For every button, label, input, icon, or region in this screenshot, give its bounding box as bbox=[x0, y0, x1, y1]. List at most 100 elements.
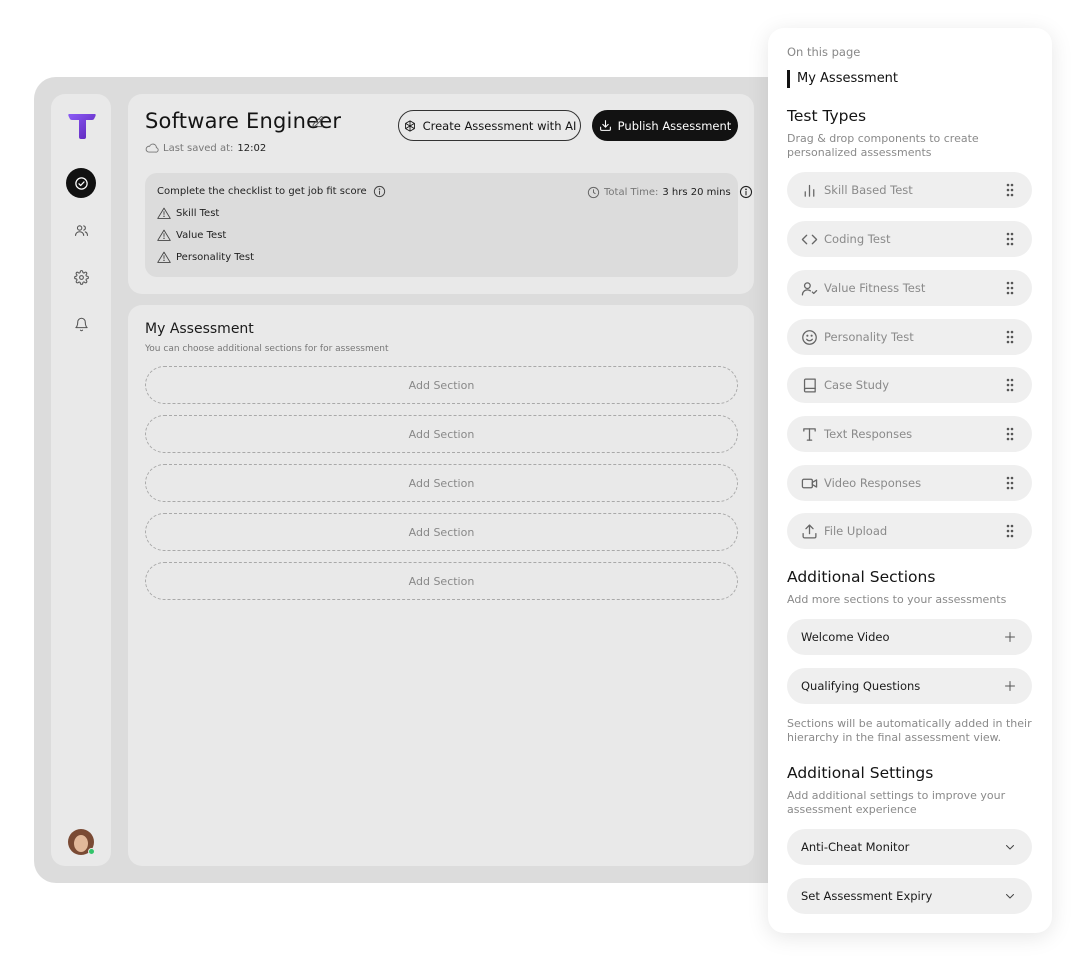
add-section-dropzone[interactable]: Add Section bbox=[145, 366, 738, 404]
test-type-label: Text Responses bbox=[824, 427, 913, 441]
create-with-ai-label: Create Assessment with AI bbox=[422, 118, 577, 133]
additional-sections-heading: Additional Sections bbox=[787, 568, 936, 586]
text-icon bbox=[803, 427, 816, 441]
plus-icon[interactable] bbox=[1004, 680, 1016, 692]
drag-handle-icon[interactable] bbox=[1006, 378, 1014, 392]
test-type-coding[interactable]: Coding Test bbox=[787, 221, 1032, 257]
users-icon bbox=[74, 224, 88, 236]
test-type-label: File Upload bbox=[824, 524, 888, 538]
warning-icon bbox=[157, 229, 171, 241]
add-section-label: Add Section bbox=[408, 476, 475, 490]
setting-label: Anti-Cheat Monitor bbox=[801, 840, 910, 854]
test-type-case-study[interactable]: Case Study bbox=[787, 367, 1032, 403]
add-section-label: Add Section bbox=[408, 378, 475, 392]
on-this-page-label: On this page bbox=[787, 45, 861, 59]
my-assessment-subtitle: You can choose additional sections for f… bbox=[145, 344, 389, 354]
info-icon[interactable] bbox=[739, 185, 753, 199]
online-status-dot bbox=[88, 848, 95, 855]
add-section-dropzone[interactable]: Add Section bbox=[145, 464, 738, 502]
book-icon bbox=[803, 377, 816, 393]
additional-section-welcome-video[interactable]: Welcome Video bbox=[787, 619, 1032, 655]
chevron-down-icon[interactable] bbox=[1004, 841, 1016, 853]
additional-sections-description: Add more sections to your assessments bbox=[787, 593, 1007, 606]
drag-handle-icon[interactable] bbox=[1006, 183, 1014, 197]
download-icon bbox=[599, 120, 611, 131]
sections-hierarchy-note: Sections will be automatically added in … bbox=[787, 717, 1032, 744]
additional-settings-description: Add additional settings to improve your … bbox=[787, 789, 1006, 816]
checklist-item: Skill Test bbox=[157, 207, 219, 219]
toc-link-my-assessment[interactable]: My Assessment bbox=[787, 70, 898, 88]
warning-icon bbox=[157, 251, 171, 263]
warning-icon bbox=[157, 207, 171, 219]
test-type-skill-based[interactable]: Skill Based Test bbox=[787, 172, 1032, 208]
clock-icon bbox=[587, 186, 600, 198]
test-types-description: Drag & drop components to create persona… bbox=[787, 132, 979, 159]
test-type-file-upload[interactable]: File Upload bbox=[787, 513, 1032, 549]
drag-handle-icon[interactable] bbox=[1006, 330, 1014, 344]
setting-assessment-expiry[interactable]: Set Assessment Expiry bbox=[787, 878, 1032, 914]
test-type-label: Video Responses bbox=[824, 476, 922, 490]
drag-handle-icon[interactable] bbox=[1006, 476, 1014, 490]
drag-handle-icon[interactable] bbox=[1006, 524, 1014, 538]
sidebar-item-candidates[interactable] bbox=[66, 215, 96, 245]
sidebar-item-settings[interactable] bbox=[66, 262, 96, 292]
user-check-icon bbox=[801, 281, 818, 296]
test-type-value-fitness[interactable]: Value Fitness Test bbox=[787, 270, 1032, 306]
test-type-personality[interactable]: Personality Test bbox=[787, 319, 1032, 355]
test-types-heading: Test Types bbox=[787, 107, 867, 125]
brand-logo-icon[interactable] bbox=[67, 111, 97, 141]
checklist-item-label: Skill Test bbox=[176, 207, 220, 219]
upload-icon bbox=[802, 523, 817, 539]
code-icon bbox=[801, 234, 818, 244]
drag-handle-icon[interactable] bbox=[1006, 281, 1014, 295]
pencil-edit-icon[interactable] bbox=[311, 115, 325, 129]
settings-gear-icon bbox=[73, 269, 89, 285]
checklist-heading: Complete the checklist to get job fit sc… bbox=[157, 185, 386, 198]
checklist-item-label: Personality Test bbox=[176, 251, 254, 263]
add-section-label: Add Section bbox=[408, 427, 475, 441]
additional-section-qualifying-questions[interactable]: Qualifying Questions bbox=[787, 668, 1032, 704]
info-icon[interactable] bbox=[373, 185, 386, 198]
test-type-label: Case Study bbox=[824, 378, 890, 392]
add-section-label: Add Section bbox=[408, 525, 475, 539]
add-section-dropzone[interactable]: Add Section bbox=[145, 415, 738, 453]
total-time-value: 3 hrs 20 mins bbox=[662, 186, 731, 198]
setting-anti-cheat-monitor[interactable]: Anti-Cheat Monitor bbox=[787, 829, 1032, 865]
add-section-dropzone[interactable]: Add Section bbox=[145, 562, 738, 600]
sidebar-item-notifications[interactable] bbox=[66, 309, 96, 339]
checklist-item-label: Value Test bbox=[176, 229, 227, 241]
additional-settings-heading: Additional Settings bbox=[787, 764, 934, 782]
my-assessment-title: My Assessment bbox=[145, 321, 254, 337]
bar-chart-icon bbox=[804, 184, 815, 197]
create-with-ai-button[interactable]: Create Assessment with AI bbox=[398, 110, 581, 141]
drag-handle-icon[interactable] bbox=[1006, 232, 1014, 246]
user-avatar[interactable] bbox=[68, 829, 95, 855]
checklist-item: Value Test bbox=[157, 229, 226, 241]
chevron-down-icon[interactable] bbox=[1004, 890, 1016, 902]
smile-icon bbox=[802, 329, 817, 345]
test-type-label: Personality Test bbox=[824, 330, 914, 344]
test-type-video-responses[interactable]: Video Responses bbox=[787, 465, 1032, 501]
add-section-label: Add Section bbox=[408, 574, 475, 588]
checklist-item: Personality Test bbox=[157, 251, 254, 263]
checklist-heading-text: Complete the checklist to get job fit sc… bbox=[157, 186, 367, 197]
test-type-text-responses[interactable]: Text Responses bbox=[787, 416, 1032, 452]
additional-section-label: Qualifying Questions bbox=[801, 679, 921, 693]
total-time: Total Time: 3 hrs 20 mins bbox=[587, 185, 753, 199]
publish-assessment-button[interactable]: Publish Assessment bbox=[592, 110, 738, 141]
add-section-dropzone[interactable]: Add Section bbox=[145, 513, 738, 551]
avatar-face bbox=[74, 835, 88, 852]
last-saved-status: Last saved at: 12:02 bbox=[145, 142, 266, 154]
drag-handle-icon[interactable] bbox=[1006, 427, 1014, 441]
setting-label: Set Assessment Expiry bbox=[801, 889, 933, 903]
check-circle-icon bbox=[74, 176, 88, 190]
sidebar-item-assessments[interactable] bbox=[66, 168, 96, 198]
publish-assessment-label: Publish Assessment bbox=[617, 118, 732, 133]
test-type-label: Value Fitness Test bbox=[824, 281, 926, 295]
bell-icon bbox=[74, 317, 88, 331]
last-saved-label: Last saved at: bbox=[163, 142, 234, 154]
plus-icon[interactable] bbox=[1004, 631, 1016, 643]
cloud-icon bbox=[145, 143, 159, 153]
test-type-label: Skill Based Test bbox=[824, 183, 913, 197]
additional-section-label: Welcome Video bbox=[801, 630, 890, 644]
